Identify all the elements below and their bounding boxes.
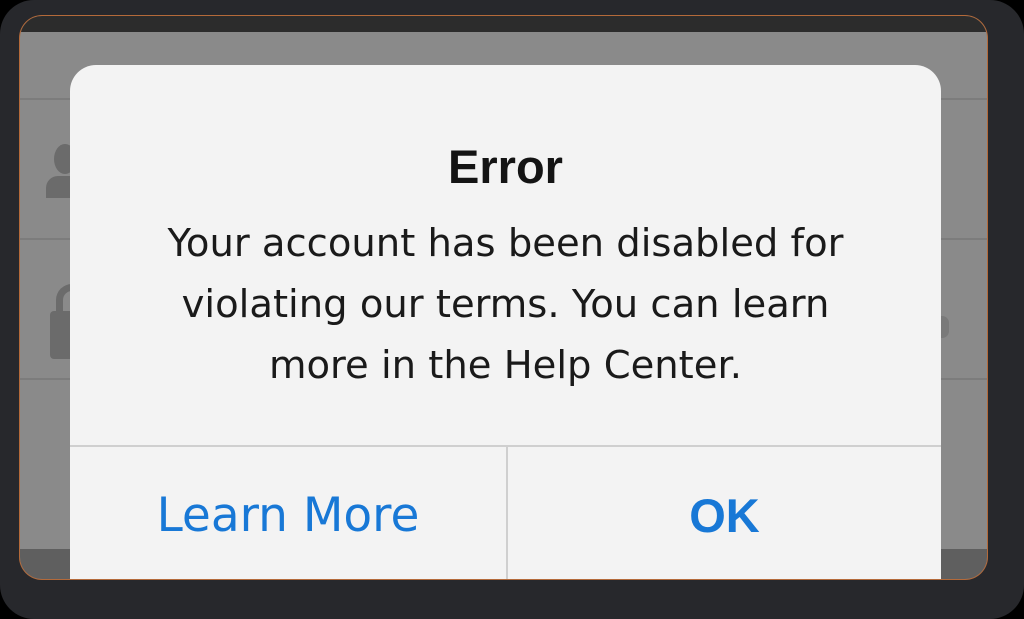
learn-more-button[interactable]: Learn More (70, 447, 506, 579)
lock-icon-body (50, 311, 70, 359)
user-icon-body (46, 176, 72, 198)
device-frame: Error Your account has been disabled for… (0, 0, 1024, 619)
error-alert-dialog: Error Your account has been disabled for… (70, 65, 941, 579)
status-strip (20, 16, 987, 32)
screen: Error Your account has been disabled for… (20, 16, 987, 579)
alert-title: Error (448, 140, 563, 193)
ok-button[interactable]: OK (508, 447, 941, 579)
alert-message: Your account has been disabled for viola… (167, 221, 844, 388)
alert-body: Error Your account has been disabled for… (70, 65, 941, 445)
